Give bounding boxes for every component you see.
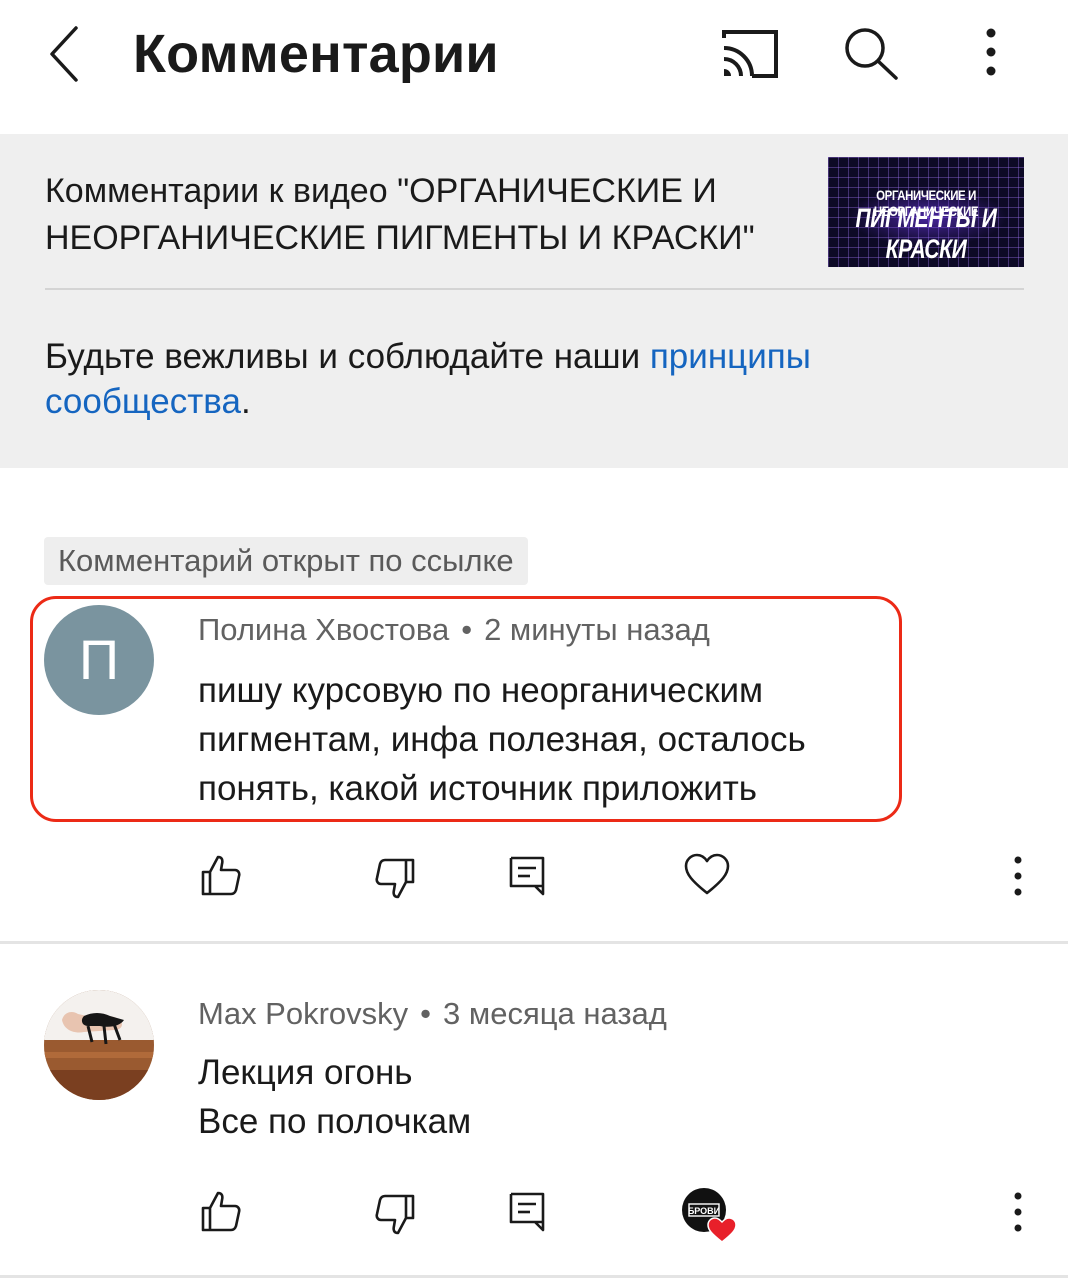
comment-text-line: понять, какой источник приложить [198, 769, 758, 808]
creator-avatar-text: БРОВИ [688, 1206, 720, 1216]
comment-text: пишу курсовую по неорганическим пигмента… [198, 666, 806, 813]
separator-dot: • [420, 996, 432, 1031]
separator-dot: • [461, 612, 473, 647]
guidelines-suffix: . [240, 382, 251, 421]
video-caption-line: НЕОРГАНИЧЕСКИЕ ПИГМЕНТЫ И КРАСКИ" [45, 219, 755, 257]
comment-author[interactable]: Полина Хвостова [198, 612, 449, 647]
comment-meta: Полина Хвостова • 2 минуты назад [198, 611, 710, 649]
reply-icon[interactable] [503, 1186, 553, 1236]
comment-text-line: пишу курсовую по неорганическим [198, 671, 764, 710]
creator-heart-icon[interactable]: БРОВИ [680, 1186, 738, 1244]
comment-time: 3 месяца назад [443, 996, 667, 1031]
page-title: Комментарии [133, 24, 499, 84]
community-guidelines-notice: Будьте вежливы и соблюдайте наши принцип… [45, 334, 975, 424]
guidelines-link[interactable]: принципы [650, 337, 811, 376]
guidelines-link[interactable]: сообщества [45, 382, 241, 421]
divider [45, 288, 1024, 290]
video-caption: Комментарии к видео "ОРГАНИЧЕСКИЕ И НЕОР… [45, 168, 815, 262]
top-app-bar: Комментарии [0, 0, 1068, 134]
thumbs-down-icon[interactable] [370, 1190, 420, 1240]
more-vert-icon[interactable] [970, 22, 1012, 84]
comment-text: Лекция огонь Все по полочкам [198, 1048, 471, 1146]
guidelines-text: Будьте вежливы и соблюдайте наши [45, 337, 650, 376]
avatar[interactable] [44, 990, 154, 1100]
comment-time: 2 минуты назад [484, 612, 710, 647]
thumbnail-text-large: ПИГМЕНТЫ И КРАСКИ [855, 203, 997, 264]
video-caption-line: Комментарии к видео "ОРГАНИЧЕСКИЕ И [45, 172, 717, 210]
comment-item: П Полина Хвостова • 2 минуты назад пишу ку… [0, 596, 1068, 942]
linked-comment-badge: Комментарий открыт по ссылке [44, 537, 528, 585]
search-icon[interactable] [840, 22, 902, 84]
thumbs-down-icon[interactable] [370, 854, 420, 904]
reply-icon[interactable] [503, 850, 553, 900]
video-thumbnail[interactable]: ОРГАНИЧЕСКИЕ И НЕОРГАНИЧЕСКИЕ ПИГМЕНТЫ И… [828, 157, 1024, 267]
comment-author[interactable]: Max Pokrovsky [198, 996, 408, 1031]
comment-item: Max Pokrovsky • 3 месяца назад Лекция огон… [0, 944, 1068, 1280]
comment-text-line: Все по полочкам [198, 1102, 472, 1141]
back-arrow-icon[interactable] [40, 22, 90, 86]
comment-text-line: Лекция огонь [198, 1053, 413, 1092]
more-vert-icon[interactable] [1000, 850, 1036, 900]
thumbs-up-icon[interactable] [196, 850, 246, 900]
avatar-letter: П [78, 628, 120, 691]
cast-icon[interactable] [718, 26, 782, 82]
heart-icon[interactable] [682, 850, 732, 900]
comment-text-line: пигментам, инфа полезная, осталось [198, 720, 806, 759]
comment-meta: Max Pokrovsky • 3 месяца назад [198, 995, 667, 1033]
video-info-panel: Комментарии к видео "ОРГАНИЧЕСКИЕ И НЕОР… [0, 134, 1068, 468]
more-vert-icon[interactable] [1000, 1186, 1036, 1236]
thumbs-up-icon[interactable] [196, 1186, 246, 1236]
divider [0, 1275, 1068, 1278]
avatar[interactable]: П [44, 605, 154, 715]
